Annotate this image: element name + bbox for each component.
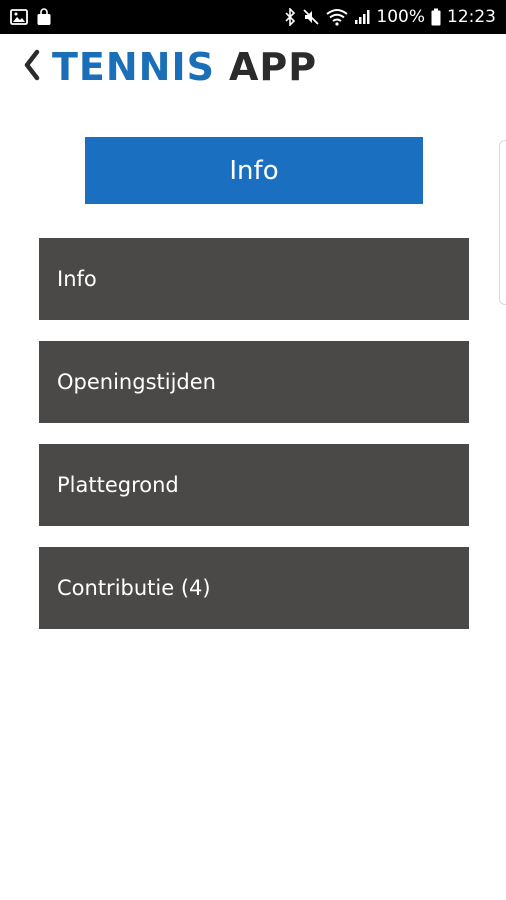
- scroll-indicator[interactable]: [499, 140, 506, 305]
- chevron-left-icon: [23, 49, 41, 85]
- menu-item-openingstijden[interactable]: Openingstijden: [39, 341, 469, 423]
- battery-icon: [431, 8, 441, 26]
- gallery-icon: [10, 9, 28, 25]
- status-right: 100% 12:23: [284, 7, 496, 27]
- status-left: [10, 8, 52, 26]
- back-button[interactable]: [8, 34, 56, 100]
- brand-app: APP: [229, 45, 318, 89]
- brand-tennis: TENNIS: [52, 45, 215, 89]
- wifi-icon: [326, 8, 349, 26]
- battery-percent: 100%: [376, 7, 425, 27]
- menu-item-plattegrond[interactable]: Plattegrond: [39, 444, 469, 526]
- bluetooth-icon: [284, 8, 296, 26]
- app-header: TENNIS APP: [0, 34, 506, 100]
- mute-icon: [302, 8, 320, 26]
- menu-item-info[interactable]: Info: [39, 238, 469, 320]
- status-bar: 100% 12:23: [0, 0, 506, 34]
- menu-list: Info Openingstijden Plattegrond Contribu…: [39, 238, 469, 650]
- menu-item-contributie[interactable]: Contributie (4): [39, 547, 469, 629]
- clock: 12:23: [447, 7, 496, 27]
- signal-icon: [354, 9, 370, 25]
- section-title: Info: [85, 137, 423, 204]
- app-logo: TENNIS APP: [52, 45, 317, 89]
- shopping-bag-icon: [36, 8, 52, 26]
